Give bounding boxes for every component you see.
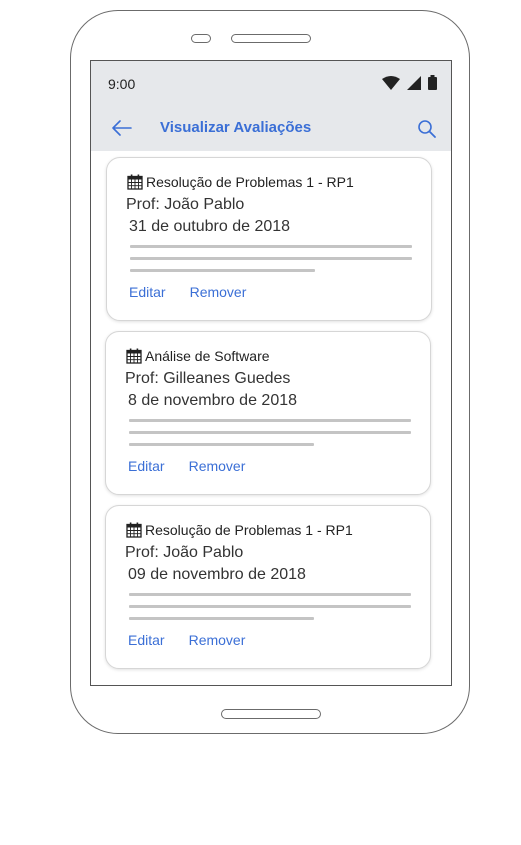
card-title: Resolução de Problemas 1 - RP1 [146, 174, 354, 190]
card-title-row: Resolução de Problemas 1 - RP1 [127, 174, 354, 190]
card-title-row: Resolução de Problemas 1 - RP1 [126, 522, 353, 538]
card-title: Resolução de Problemas 1 - RP1 [145, 522, 353, 538]
card-title: Análise de Software [145, 348, 270, 364]
edit-button[interactable]: Editar [128, 632, 165, 648]
placeholder-line [129, 443, 314, 446]
card-date: 31 de outubro de 2018 [129, 218, 291, 235]
card-date: 09 de novembro de 2018 [128, 566, 306, 583]
speaker-grille [231, 34, 311, 43]
placeholder-line [129, 593, 411, 596]
status-icons [382, 75, 437, 90]
app-bar: Visualizar Avaliações [91, 107, 451, 151]
evaluation-card: Análise de Software Prof: Gilleanes Gued… [105, 331, 431, 495]
card-title-row: Análise de Software [126, 348, 270, 364]
home-button[interactable] [221, 709, 321, 719]
battery-icon [428, 75, 437, 90]
card-date: 8 de novembro de 2018 [128, 392, 298, 409]
placeholder-line [130, 269, 315, 272]
wifi-icon [382, 75, 400, 90]
signal-icon [407, 75, 421, 90]
placeholder-line [129, 419, 411, 422]
card-actions: Editar Remover [128, 632, 245, 648]
remove-button[interactable]: Remover [190, 284, 247, 300]
edit-button[interactable]: Editar [129, 284, 166, 300]
search-icon[interactable] [417, 119, 437, 139]
camera-dot [191, 34, 211, 43]
evaluation-card: Resolução de Problemas 1 - RP1 Prof: Joã… [105, 505, 431, 669]
calendar-icon [126, 522, 142, 538]
card-actions: Editar Remover [129, 284, 246, 300]
card-actions: Editar Remover [128, 458, 245, 474]
remove-button[interactable]: Remover [189, 458, 246, 474]
status-time: 9:00 [108, 76, 136, 92]
placeholder-line [130, 245, 412, 248]
phone-screen: 9:00 Visualizar Avaliações Resolução de … [90, 60, 452, 686]
page-title: Visualizar Avaliações [160, 119, 312, 136]
status-bar: 9:00 [91, 61, 451, 107]
placeholder-line [129, 431, 411, 434]
edit-button[interactable]: Editar [128, 458, 165, 474]
calendar-icon [127, 174, 143, 190]
placeholder-line [130, 257, 412, 260]
card-professor: Prof: João Pablo [126, 196, 245, 213]
placeholder-line [129, 605, 411, 608]
evaluation-card: Resolução de Problemas 1 - RP1 Prof: Joã… [106, 157, 432, 321]
card-professor: Prof: Gilleanes Guedes [125, 370, 291, 387]
card-professor: Prof: João Pablo [125, 544, 244, 561]
placeholder-line [129, 617, 314, 620]
back-arrow-icon[interactable] [111, 119, 133, 137]
remove-button[interactable]: Remover [189, 632, 246, 648]
calendar-icon [126, 348, 142, 364]
